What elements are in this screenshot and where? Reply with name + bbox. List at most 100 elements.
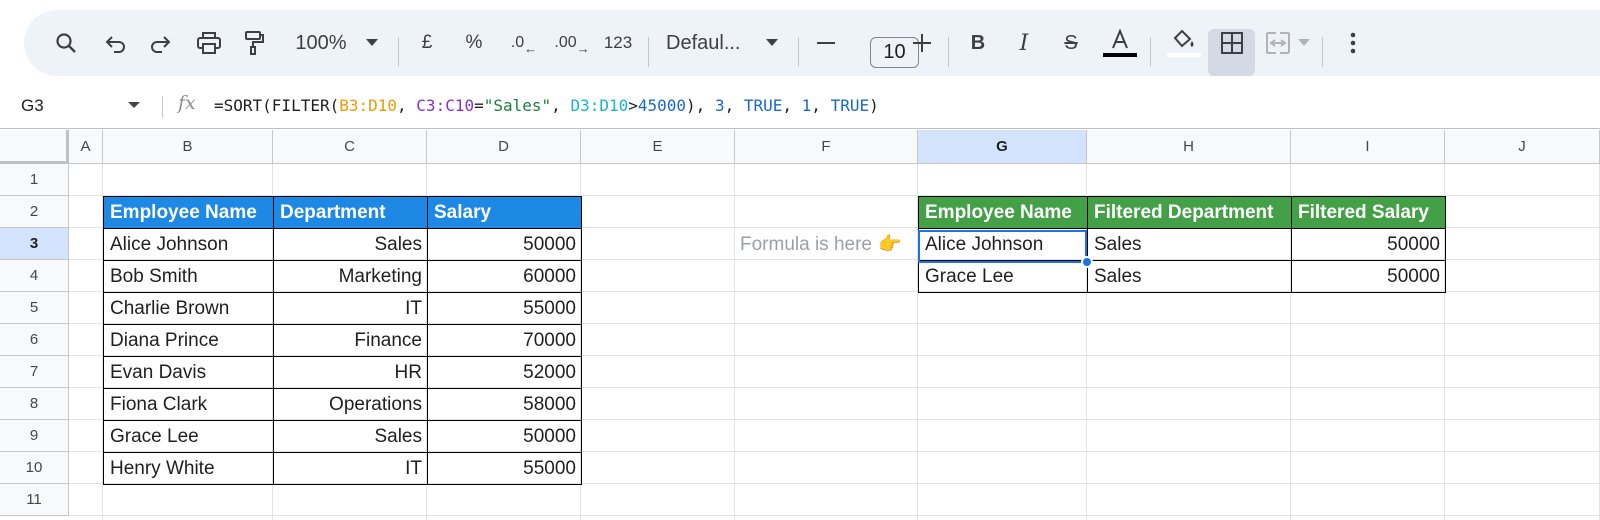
table-cell[interactable]: Marketing	[273, 260, 428, 293]
table-cell[interactable]: Sales	[273, 228, 428, 261]
formula-token: >	[628, 96, 638, 115]
toolbar-divider	[1322, 37, 1323, 67]
search-icon[interactable]	[50, 10, 82, 76]
table-cell[interactable]: Evan Davis	[103, 356, 274, 389]
select-all-corner[interactable]	[0, 130, 69, 164]
chevron-down-icon[interactable]	[762, 10, 782, 76]
toolbar-divider	[398, 37, 399, 67]
table-cell[interactable]: IT	[273, 292, 428, 325]
decrease-decimal-label: .0	[510, 34, 525, 51]
table-cell[interactable]: Sales	[1087, 260, 1292, 293]
active-cell-selection[interactable]	[918, 230, 1087, 263]
table-header-cell[interactable]: Salary	[427, 196, 582, 229]
increase-decimal-button[interactable]: .00 →	[552, 10, 592, 76]
column-header-e[interactable]: E	[581, 130, 735, 164]
column-gridline	[734, 164, 735, 520]
table-cell[interactable]: 55000	[427, 292, 582, 325]
toolbar-divider	[648, 37, 649, 67]
borders-icon[interactable]	[1214, 10, 1250, 76]
table-cell[interactable]: Grace Lee	[103, 420, 274, 453]
table-cell[interactable]: 60000	[427, 260, 582, 293]
table-header-cell[interactable]: Filtered Department	[1087, 196, 1292, 229]
italic-icon[interactable]: I	[1010, 10, 1038, 76]
column-header-a[interactable]: A	[69, 130, 103, 164]
fill-color-icon[interactable]	[1164, 10, 1204, 76]
column-header-b[interactable]: B	[103, 130, 273, 164]
percent-button[interactable]: %	[460, 10, 488, 76]
number-format-button[interactable]: 123	[600, 10, 636, 76]
merge-icon[interactable]	[1264, 10, 1292, 76]
text-color-icon[interactable]	[1100, 10, 1140, 76]
column-header-i[interactable]: I	[1291, 130, 1445, 164]
column-header-j[interactable]: J	[1445, 130, 1600, 164]
formula-token: =SORT(FILTER(	[214, 96, 340, 115]
table-cell[interactable]: Sales	[1087, 228, 1292, 261]
row-gridline	[69, 515, 1600, 516]
column-header-h[interactable]: H	[1087, 130, 1291, 164]
table-cell[interactable]: Charlie Brown	[103, 292, 274, 325]
table-cell[interactable]: 50000	[427, 228, 582, 261]
table-cell[interactable]: 50000	[1291, 260, 1446, 293]
more-icon[interactable]	[1338, 10, 1368, 76]
row-header-1[interactable]: 1	[0, 164, 69, 196]
fill-handle[interactable]	[1081, 256, 1093, 268]
table-cell[interactable]: 55000	[427, 452, 582, 485]
table-header-cell[interactable]: Employee Name	[103, 196, 274, 229]
chevron-down-icon[interactable]	[128, 102, 140, 108]
row-header-3[interactable]: 3	[0, 228, 69, 260]
table-cell[interactable]: Bob Smith	[103, 260, 274, 293]
table-cell[interactable]: 70000	[427, 324, 582, 357]
row-header-8[interactable]: 8	[0, 388, 69, 420]
currency-button[interactable]: £	[414, 10, 440, 76]
row-header-6[interactable]: 6	[0, 324, 69, 356]
column-header-d[interactable]: D	[427, 130, 581, 164]
formula-token: ,	[724, 96, 744, 115]
table-header-cell[interactable]: Employee Name	[918, 196, 1088, 229]
table-cell[interactable]: Alice Johnson	[103, 228, 274, 261]
row-header-9[interactable]: 9	[0, 420, 69, 452]
table-cell[interactable]: Diana Prince	[103, 324, 274, 357]
table-cell[interactable]: HR	[273, 356, 428, 389]
formula-input[interactable]: =SORT(FILTER(B3:D10, C3:C10="Sales", D3:…	[214, 96, 879, 115]
row-header-7[interactable]: 7	[0, 356, 69, 388]
table-cell[interactable]: 50000	[427, 420, 582, 453]
grid-top-border	[0, 128, 1600, 129]
row-header-4[interactable]: 4	[0, 260, 69, 292]
table-cell[interactable]: Sales	[273, 420, 428, 453]
column-header-f[interactable]: F	[735, 130, 918, 164]
zoom-value[interactable]: 100%	[288, 10, 354, 76]
table-cell[interactable]: Fiona Clark	[103, 388, 274, 421]
table-cell[interactable]: IT	[273, 452, 428, 485]
table-cell[interactable]: Operations	[273, 388, 428, 421]
table-cell[interactable]: Henry White	[103, 452, 274, 485]
row-header-11[interactable]: 11	[0, 484, 69, 516]
print-icon[interactable]	[192, 10, 226, 76]
row-header-2[interactable]: 2	[0, 196, 69, 228]
table-header-cell[interactable]: Filtered Salary	[1291, 196, 1446, 229]
formula-token: D3:D10	[570, 96, 629, 115]
table-header-cell[interactable]: Department	[273, 196, 428, 229]
font-family-select[interactable]: Defaul...	[666, 10, 756, 76]
minus-icon[interactable]	[812, 10, 840, 76]
name-box[interactable]: G3	[0, 88, 160, 124]
strikethrough-icon[interactable]: S	[1056, 10, 1086, 76]
table-cell[interactable]: 52000	[427, 356, 582, 389]
bold-icon[interactable]: B	[964, 10, 992, 76]
table-cell[interactable]: 58000	[427, 388, 582, 421]
merge-dropdown-icon[interactable]	[1294, 10, 1314, 76]
undo-icon[interactable]	[100, 10, 132, 76]
table-cell[interactable]: Finance	[273, 324, 428, 357]
plus-icon[interactable]	[908, 10, 936, 76]
column-header-g[interactable]: G	[918, 130, 1087, 164]
paint-format-icon[interactable]	[238, 10, 270, 76]
dropdown-icon[interactable]	[362, 10, 382, 76]
row-header-10[interactable]: 10	[0, 452, 69, 484]
decrease-decimal-button[interactable]: .0 ←	[506, 10, 542, 76]
row-header-5[interactable]: 5	[0, 292, 69, 324]
arrow-right-icon: →	[576, 40, 590, 56]
table-cell[interactable]: Grace Lee	[918, 260, 1088, 293]
fx-icon: fx	[178, 92, 196, 114]
table-cell[interactable]: 50000	[1291, 228, 1446, 261]
redo-icon[interactable]	[144, 10, 176, 76]
column-header-c[interactable]: C	[273, 130, 427, 164]
